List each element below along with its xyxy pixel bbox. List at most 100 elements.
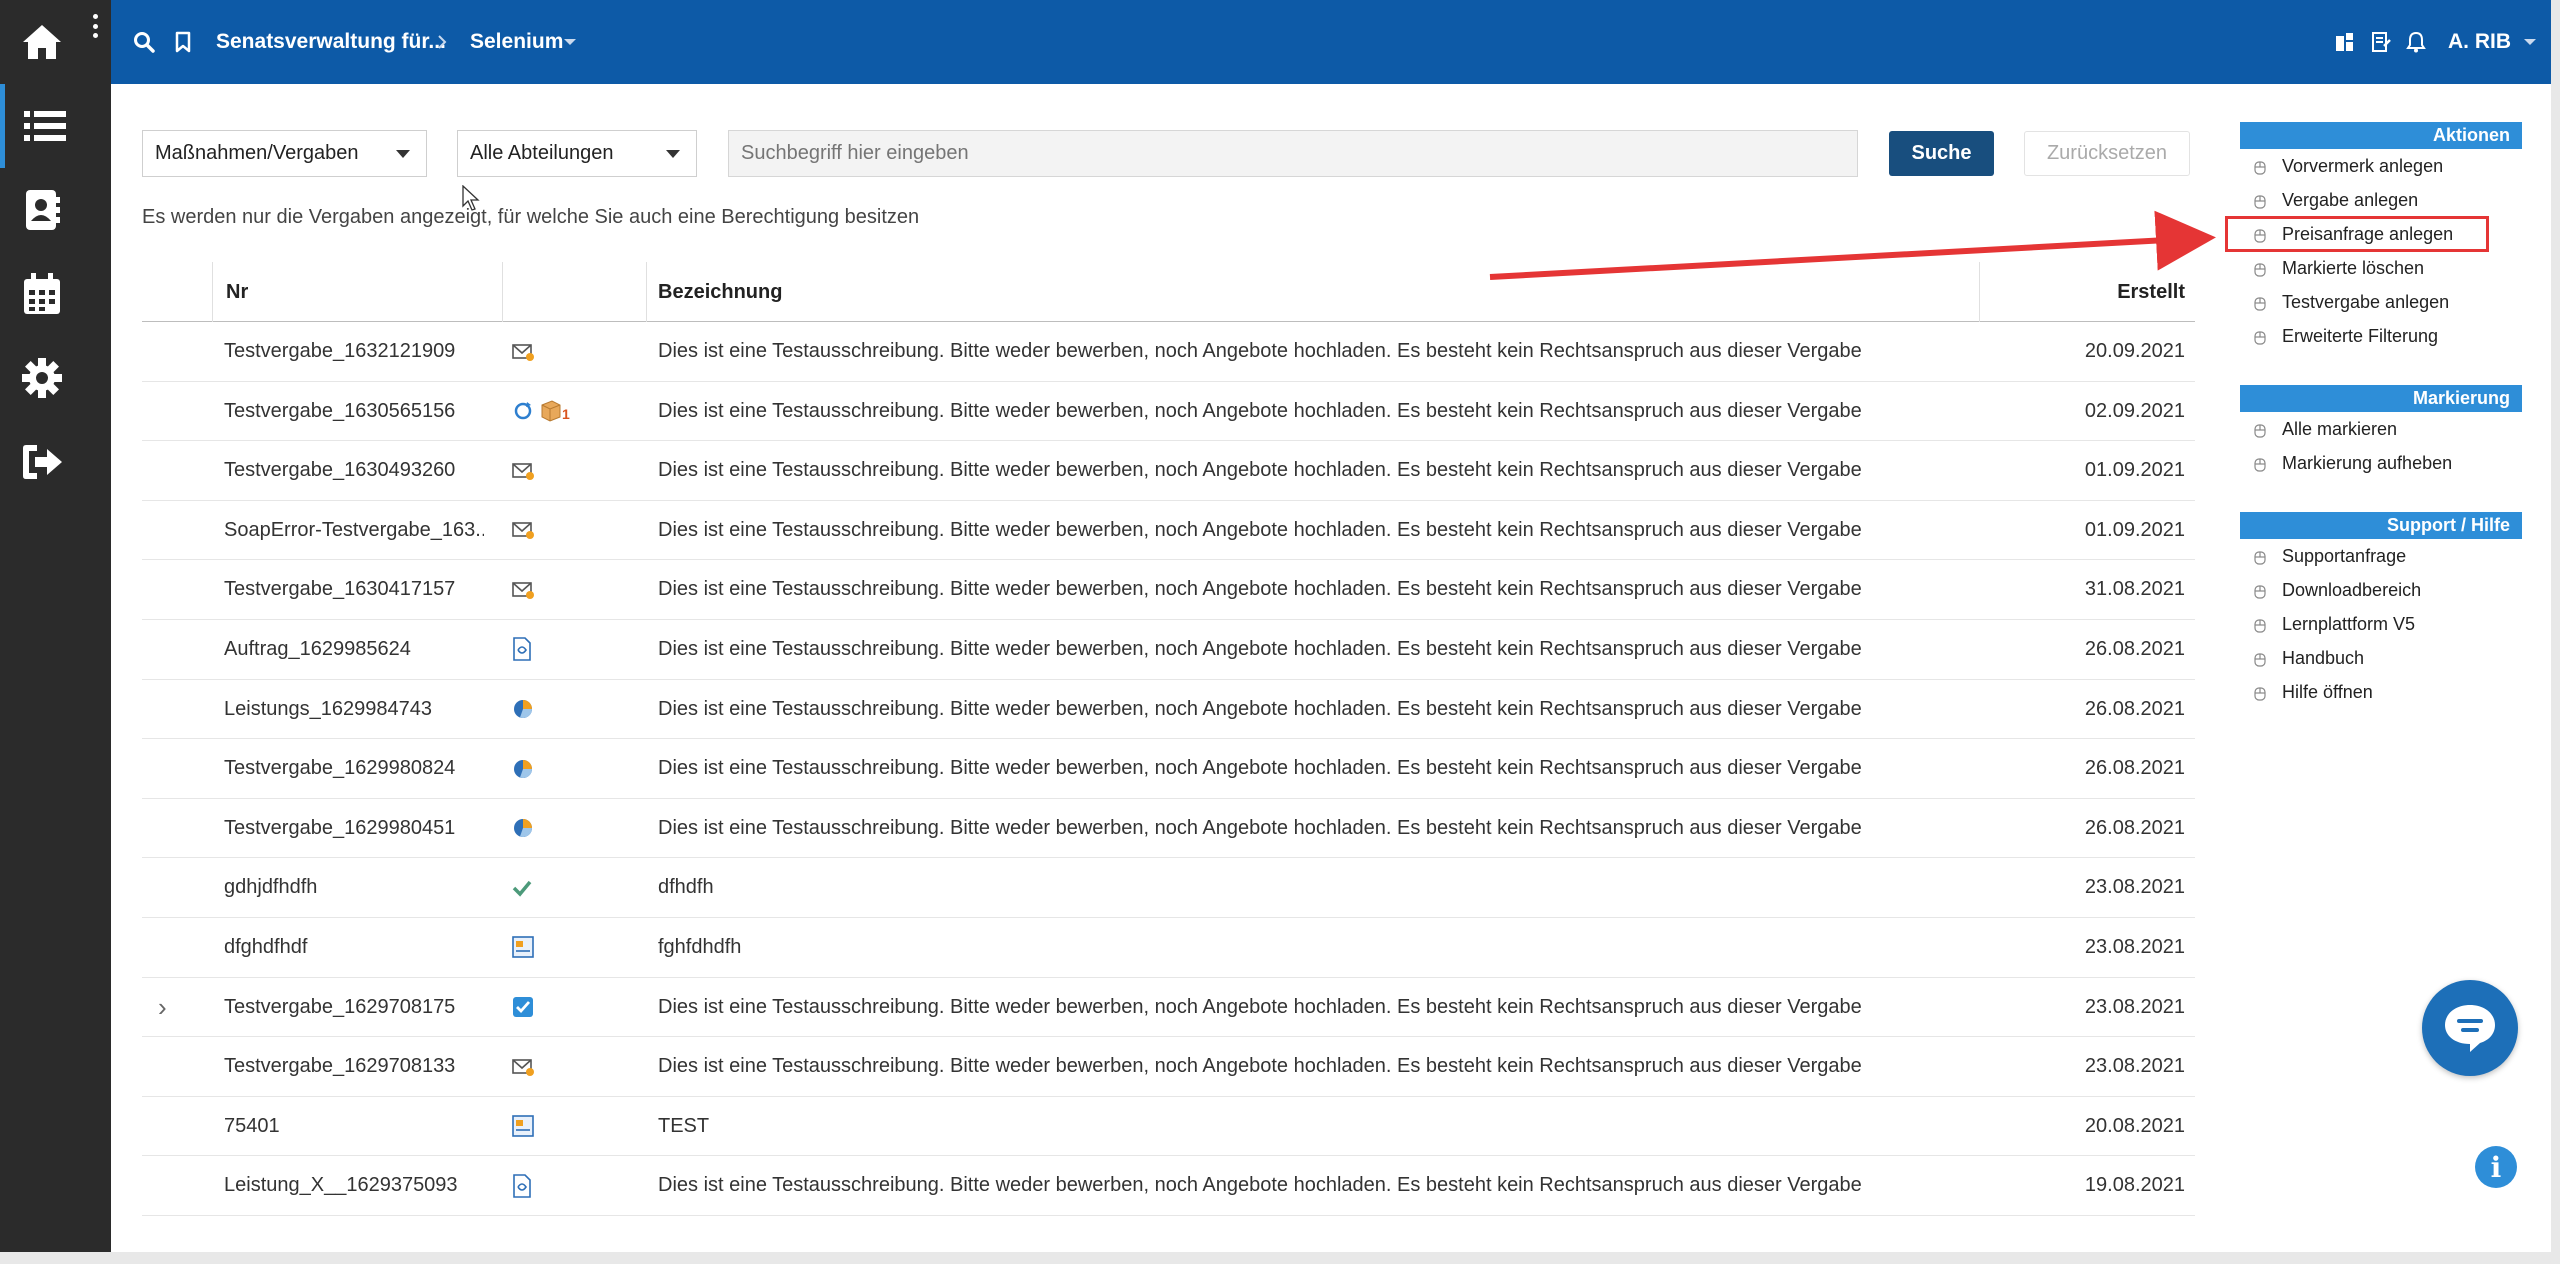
row-nr[interactable]: Leistung_X__1629375093 [224, 1156, 484, 1215]
column-header-bezeichnung[interactable]: Bezeichnung [658, 262, 782, 322]
table-row[interactable]: Testvergabe_1632121909 Dies ist eine Test… [142, 322, 2195, 382]
dashboard-icon[interactable] [2335, 0, 2355, 84]
sidebar-action-item[interactable]: Lernplattform V5 [2240, 607, 2522, 641]
mouse-bullet-icon [2254, 456, 2266, 477]
bookmark-icon[interactable] [175, 0, 191, 84]
sidebar-action-item[interactable]: Testvergabe anlegen [2240, 285, 2522, 319]
form-icon [512, 1097, 602, 1156]
department-select[interactable]: Alle Abteilungen [457, 130, 697, 177]
table-row[interactable]: Auftrag_1629985624 Dies ist eine Testauss… [142, 620, 2195, 680]
mouse-bullet-icon [2254, 617, 2266, 638]
department-select-value: Alle Abteilungen [470, 142, 614, 164]
mouse-bullet-icon [2254, 193, 2266, 214]
table-row[interactable]: Testvergabe_1629980824 Dies ist eine Test… [142, 739, 2195, 799]
table-row[interactable]: › Testvergabe_1629708175 Dies ist eine Tes… [142, 978, 2195, 1038]
row-erstellt: 23.08.2021 [2084, 995, 2185, 1018]
refresh-box-icon: 1 [512, 382, 602, 441]
table-row[interactable]: Testvergabe_1630565156 1 Dies ist eine Tes… [142, 382, 2195, 442]
info-icon[interactable]: i [2475, 1146, 2517, 1188]
bell-icon[interactable] [2406, 0, 2426, 84]
row-erstellt: 26.08.2021 [2084, 757, 2185, 780]
mouse-bullet-icon [2254, 295, 2266, 316]
table-row[interactable]: 75401 TEST 20.08.2021 [142, 1097, 2195, 1157]
column-header-nr[interactable]: Nr [226, 262, 248, 322]
sidebar-section-title: Markierung [2240, 385, 2522, 412]
breadcrumb-root[interactable]: Senatsverwaltung für... [216, 0, 446, 84]
notes-icon[interactable] [2371, 0, 2391, 84]
row-nr[interactable]: Testvergabe_1630565156 [224, 382, 484, 441]
mouse-cursor-icon [462, 185, 480, 211]
row-nr[interactable]: Testvergabe_1629980451 [224, 799, 484, 858]
breadcrumb-separator-icon [437, 0, 447, 84]
sidebar-action-label: Supportanfrage [2282, 545, 2407, 566]
column-header-erstellt[interactable]: Erstellt [2042, 262, 2185, 322]
row-erstellt: 20.09.2021 [2084, 340, 2185, 362]
chat-bubble-icon [2445, 1005, 2495, 1052]
table-row[interactable]: dfghdfhdf fghfdhdfh 23.08.2021 [142, 918, 2195, 978]
search-icon[interactable] [133, 0, 155, 84]
document-icon [512, 1156, 602, 1215]
table-row[interactable]: Testvergabe_1629980451 Dies ist eine Test… [142, 799, 2195, 859]
sidebar-action-item[interactable]: Markierung aufheben [2240, 446, 2522, 480]
row-nr[interactable]: dfghdfhdf [224, 918, 484, 977]
sidebar-action-item[interactable]: Alle markieren [2240, 412, 2522, 446]
sidebar-action-label: Erweiterte Filterung [2282, 325, 2439, 346]
home-icon[interactable] [0, 0, 84, 84]
chevron-down-icon[interactable] [563, 0, 577, 84]
mouse-bullet-icon [2254, 227, 2266, 248]
list-icon[interactable] [0, 84, 84, 168]
sidebar-action-item[interactable]: Erweiterte Filterung [2240, 319, 2522, 353]
calendar-icon[interactable] [0, 252, 84, 336]
gear-icon[interactable] [0, 336, 84, 420]
sidebar-action-item[interactable]: Supportanfrage [2240, 539, 2522, 573]
more-vertical-icon[interactable] [88, 14, 102, 38]
row-nr[interactable]: Auftrag_1629985624 [224, 620, 484, 679]
reset-button[interactable]: Zurücksetzen [2024, 131, 2190, 176]
row-erstellt: 23.08.2021 [2084, 876, 2185, 899]
user-menu[interactable]: A. RIB [2448, 0, 2511, 84]
row-nr[interactable]: Testvergabe_1632121909 [224, 322, 484, 381]
row-nr[interactable]: Leistungs_1629984743 [224, 680, 484, 739]
table-row[interactable]: Testvergabe_1629708133 Dies ist eine Test… [142, 1037, 2195, 1097]
address-book-icon[interactable] [0, 168, 84, 252]
table-row[interactable]: Testvergabe_1630493260 Dies ist eine Test… [142, 441, 2195, 501]
row-nr[interactable]: Testvergabe_1630493260 [224, 441, 484, 500]
row-bezeichnung: Dies ist eine Testausschreibung. Bitte w… [658, 459, 1862, 482]
mouse-bullet-icon [2254, 651, 2266, 672]
row-nr[interactable]: SoapError-Testvergabe_163... [224, 501, 484, 560]
expand-chevron-icon[interactable]: › [158, 978, 188, 1037]
chat-button[interactable] [2422, 980, 2518, 1076]
table-row[interactable]: SoapError-Testvergabe_163... Dies ist ein… [142, 501, 2195, 561]
sidebar-action-item[interactable]: Handbuch [2240, 641, 2522, 675]
permission-info-text: Es werden nur die Vergaben angezeigt, fü… [142, 206, 920, 228]
row-erstellt: 31.08.2021 [2084, 578, 2185, 601]
envelope-icon [512, 322, 602, 381]
row-nr[interactable]: Testvergabe_1629708175 [224, 978, 484, 1037]
sidebar-action-item[interactable]: Downloadbereich [2240, 573, 2522, 607]
sidebar-action-label: Hilfe öffnen [2282, 681, 2373, 702]
category-select[interactable]: Maßnahmen/Vergaben [142, 130, 427, 177]
category-select-value: Maßnahmen/Vergaben [155, 142, 359, 164]
table-row[interactable]: Testvergabe_1630417157 Dies ist eine Test… [142, 560, 2195, 620]
table-row[interactable]: Leistungs_1629984743 Dies ist eine Testau… [142, 680, 2195, 740]
breadcrumb-current[interactable]: Selenium [470, 0, 563, 84]
sidebar-action-item[interactable]: Vergabe anlegen [2240, 183, 2522, 217]
row-nr[interactable]: Testvergabe_1629980824 [224, 739, 484, 798]
left-nav-rail [0, 0, 111, 1252]
row-nr[interactable]: Testvergabe_1630417157 [224, 560, 484, 619]
sidebar-action-item[interactable]: Preisanfrage anlegen [2225, 216, 2489, 252]
row-erstellt: 26.08.2021 [2084, 697, 2185, 720]
logout-icon[interactable] [0, 420, 84, 504]
sidebar-action-item[interactable]: Hilfe öffnen [2240, 675, 2522, 709]
search-button[interactable]: Suche [1889, 131, 1994, 176]
sidebar-action-item[interactable]: Vorvermerk anlegen [2240, 149, 2522, 183]
search-input[interactable] [728, 130, 1858, 177]
checkmark-icon [512, 858, 602, 917]
table-row[interactable]: Leistung_X__1629375093 Dies ist eine Test… [142, 1156, 2195, 1216]
user-chevron-down-icon[interactable] [2523, 0, 2537, 84]
sidebar-action-item[interactable]: Markierte löschen [2240, 251, 2522, 285]
table-row[interactable]: gdhjdfhdfh dfhdfh 23.08.2021 [142, 858, 2195, 918]
row-nr[interactable]: gdhjdfhdfh [224, 858, 484, 917]
row-nr[interactable]: Testvergabe_1629708133 [224, 1037, 484, 1096]
row-nr[interactable]: 75401 [224, 1097, 484, 1156]
